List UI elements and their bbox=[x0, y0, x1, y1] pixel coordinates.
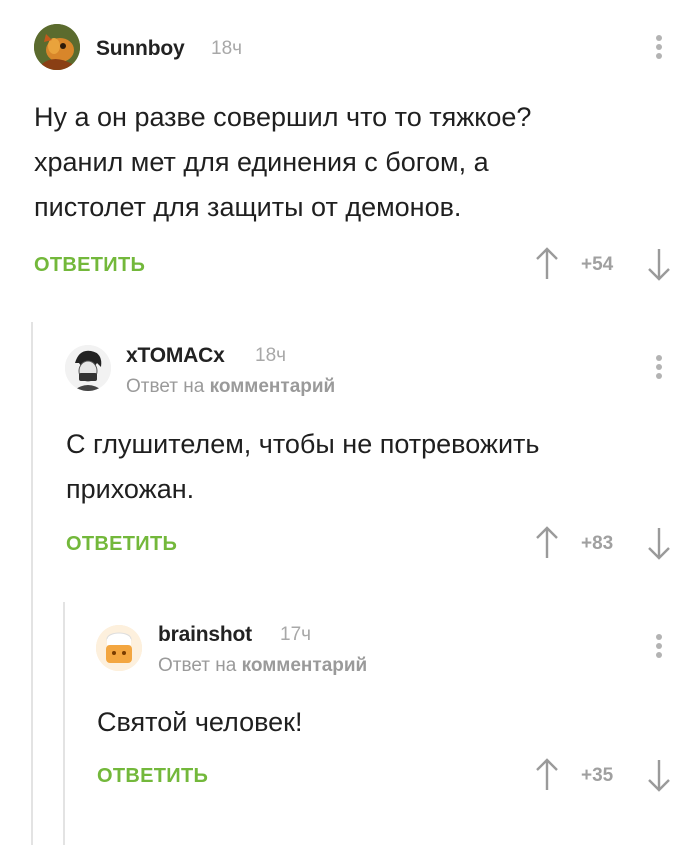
avatar[interactable] bbox=[96, 625, 142, 671]
rating: +35 bbox=[581, 765, 614, 786]
reply-to-link[interactable]: Ответ на комментарий bbox=[158, 655, 367, 677]
comment: brainshot 17ч Ответ на комментарий Свято… bbox=[0, 0, 700, 845]
comment-text-line: Святой человек! bbox=[97, 707, 303, 737]
avatar-image bbox=[96, 625, 142, 671]
reply-to-prefix: Ответ на bbox=[158, 655, 237, 676]
arrow-down-icon[interactable] bbox=[646, 758, 672, 792]
timestamp: 17ч bbox=[280, 624, 312, 645]
username[interactable]: brainshot bbox=[158, 623, 252, 647]
arrow-up-icon[interactable] bbox=[534, 758, 560, 792]
more-vertical-icon[interactable] bbox=[652, 634, 666, 664]
reply-to-target[interactable]: комментарий bbox=[242, 655, 368, 676]
comment-text: Святой человек! bbox=[97, 700, 657, 745]
reply-button[interactable]: ОТВЕТИТЬ bbox=[97, 765, 208, 788]
